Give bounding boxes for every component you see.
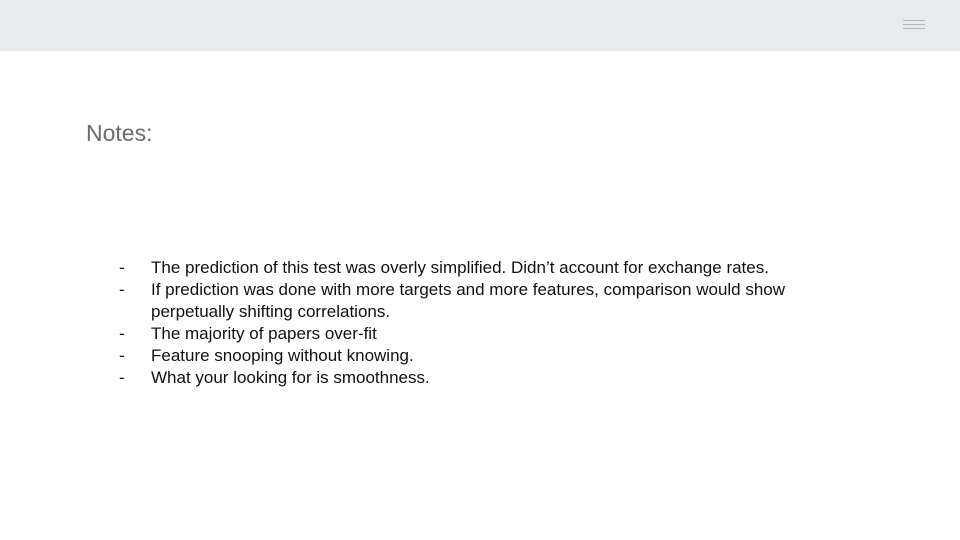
list-item-text: The prediction of this test was overly s… — [151, 258, 769, 277]
list-item: - If prediction was done with more targe… — [119, 279, 859, 323]
list-item: - Feature snooping without knowing. — [119, 345, 859, 367]
list-item-text: The majority of papers over-fit — [151, 324, 377, 343]
list-item: - The prediction of this test was overly… — [119, 257, 859, 279]
bullet-dash: - — [119, 346, 125, 365]
header-band — [0, 0, 960, 51]
hamburger-icon[interactable] — [903, 20, 925, 31]
notes-list: - The prediction of this test was overly… — [119, 257, 859, 389]
list-item: - The majority of papers over-fit — [119, 323, 859, 345]
list-item-text: If prediction was done with more targets… — [151, 280, 786, 321]
bullet-dash: - — [119, 280, 125, 299]
slide-title: Notes: — [86, 120, 153, 146]
list-item-text: Feature snooping without knowing. — [151, 346, 414, 365]
bullet-dash: - — [119, 258, 125, 277]
list-item: - What your looking for is smoothness. — [119, 367, 859, 389]
list-item-text: What your looking for is smoothness. — [151, 368, 430, 387]
bullet-dash: - — [119, 324, 125, 343]
bullet-dash: - — [119, 368, 125, 387]
